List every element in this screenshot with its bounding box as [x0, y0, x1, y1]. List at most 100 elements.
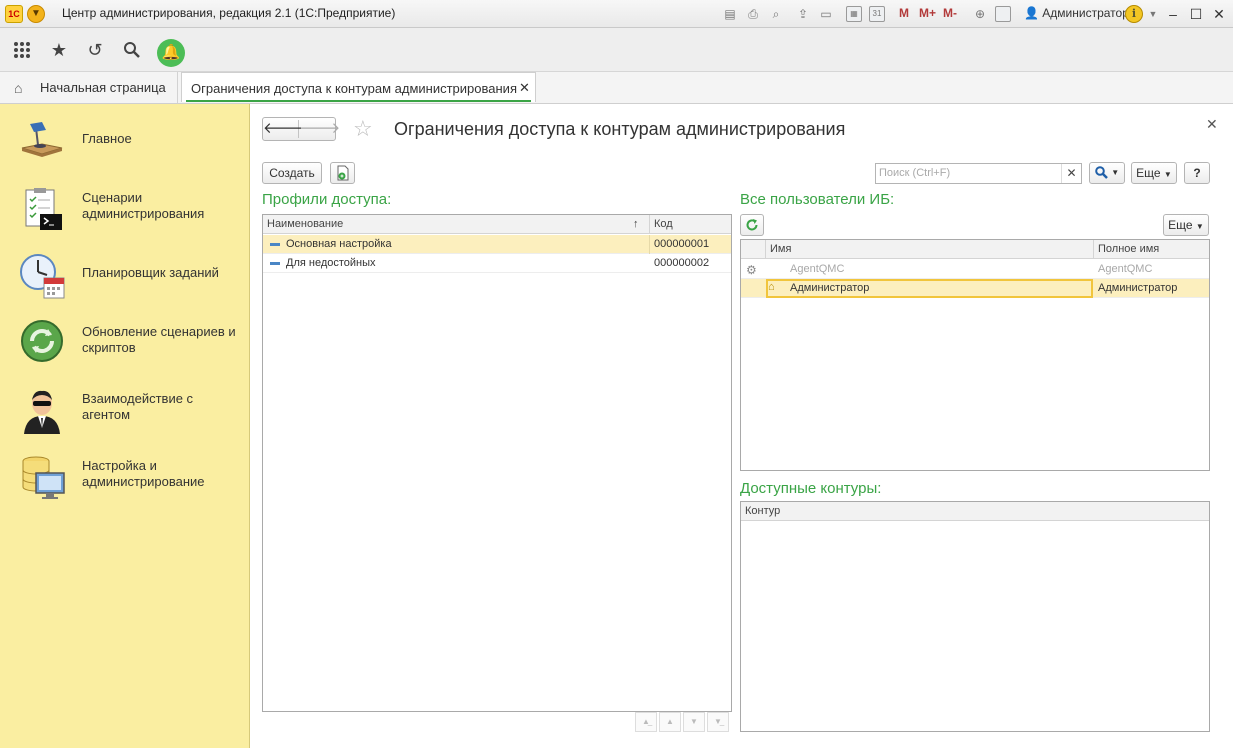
memory-m-button[interactable]: M: [899, 6, 909, 20]
users-more-button[interactable]: Еще ▼: [1163, 214, 1209, 236]
sidebar-item-agent[interactable]: Взаимодействие с агентом: [0, 378, 249, 434]
sidebar-item-label: Обновление сценариев и скриптов: [82, 324, 236, 355]
column-name[interactable]: Имя: [770, 243, 791, 255]
column-separator[interactable]: [1093, 240, 1094, 259]
column-separator: [649, 235, 650, 254]
scroll-up-icon[interactable]: ▲: [659, 712, 681, 732]
cell-code: 000000002: [654, 257, 710, 269]
table-header: Контур: [741, 502, 1209, 521]
all-functions-icon[interactable]: [11, 39, 33, 61]
info-dropdown-icon[interactable]: ▼: [1145, 6, 1161, 22]
table-row[interactable]: ⚙ AgentQMC AgentQMC: [741, 260, 1209, 279]
tab-access-restrictions[interactable]: Ограничения доступа к контурам администр…: [181, 72, 536, 102]
current-user[interactable]: 👤 Администратор: [1024, 6, 1129, 20]
tab-active-label: Ограничения доступа к контурам администр…: [191, 81, 517, 96]
profiles-title: Профили доступа:: [262, 191, 392, 208]
home-icon: ⌂: [14, 80, 23, 96]
scanner-icon[interactable]: ▭: [818, 6, 834, 22]
sidebar-item-updates[interactable]: Обновление сценариев и скриптов: [0, 311, 249, 367]
memory-minus-button[interactable]: M-: [943, 6, 957, 20]
profiles-table[interactable]: Наименование ↑ Код Основная настройка 00…: [262, 214, 732, 712]
more-button[interactable]: Еще ▼: [1131, 162, 1177, 184]
close-form-icon[interactable]: ✕: [1206, 116, 1218, 133]
agent-icon: [18, 386, 66, 434]
create-button[interactable]: Создать: [262, 162, 322, 184]
database-monitor-icon: [18, 453, 66, 499]
search-input[interactable]: Поиск (Ctrl+F) ✕: [875, 163, 1082, 184]
info-icon[interactable]: i: [1125, 5, 1143, 23]
memory-plus-button[interactable]: M+: [919, 6, 936, 20]
contours-table[interactable]: Контур: [740, 501, 1210, 732]
favorite-star-icon[interactable]: ☆: [353, 116, 373, 142]
active-tab-underline: [186, 100, 531, 102]
main-menu-icon[interactable]: ▼: [27, 5, 45, 23]
table-row[interactable]: ⌂ Администратор Администратор: [741, 279, 1209, 298]
contours-title: Доступные контуры:: [740, 480, 882, 497]
sidebar-item-label: Настройка и администрирование: [82, 458, 205, 489]
favorites-star-icon[interactable]: ★: [48, 39, 70, 61]
table-row[interactable]: Основная настройка 000000001: [263, 235, 731, 254]
search-options-button[interactable]: ▼: [1089, 162, 1125, 184]
catalog-item-icon: [270, 243, 280, 246]
cell-name: Администратор: [790, 282, 870, 294]
refresh-button[interactable]: [740, 214, 764, 236]
help-button[interactable]: ?: [1184, 162, 1210, 184]
panels-icon[interactable]: [995, 6, 1011, 22]
sidebar-item-scenarios[interactable]: Сценарии администрирования: [0, 178, 249, 234]
tab-home[interactable]: ⌂ Начальная страница: [0, 72, 178, 103]
table-row[interactable]: Для недостойных 000000002: [263, 254, 731, 273]
column-separator[interactable]: [649, 215, 650, 234]
sections-panel: Главное Сценарии администрирования Плани…: [0, 104, 250, 748]
preview-icon[interactable]: ⌕: [768, 6, 784, 22]
close-tab-icon[interactable]: ✕: [519, 80, 530, 96]
copy-document-icon: [337, 165, 348, 181]
close-window-button[interactable]: ✕: [1209, 4, 1229, 24]
calendar-icon[interactable]: 31: [869, 6, 885, 22]
print-icon[interactable]: ⎙: [745, 6, 761, 22]
refresh-icon: [746, 219, 758, 231]
scroll-top-icon[interactable]: ▲̲: [635, 712, 657, 732]
sidebar-item-label: Взаимодействие с агентом: [82, 391, 194, 422]
column-contour[interactable]: Контур: [745, 505, 780, 517]
table-header: Наименование ↑ Код: [263, 215, 731, 234]
table-header: Имя Полное имя: [741, 240, 1209, 259]
save-icon[interactable]: ▤: [722, 6, 738, 22]
users-table[interactable]: Имя Полное имя ⚙ AgentQMC AgentQMC ⌂ Адм…: [740, 239, 1210, 471]
history-icon[interactable]: ↺: [84, 39, 106, 61]
notifications-bell-icon[interactable]: 🔔: [157, 39, 185, 67]
back-arrow-icon[interactable]: 🡐: [263, 120, 303, 138]
cell-full-name: AgentQMC: [1098, 263, 1153, 275]
more-label: Еще: [1136, 166, 1161, 180]
sidebar-item-scheduler[interactable]: Планировщик заданий: [0, 244, 249, 300]
column-full-name[interactable]: Полное имя: [1098, 243, 1159, 255]
column-name[interactable]: Наименование: [267, 218, 343, 230]
scroll-down-icon[interactable]: ▼: [683, 712, 705, 732]
copy-button[interactable]: [330, 162, 355, 184]
clock-calendar-icon: [18, 252, 66, 299]
upload-icon[interactable]: ⇪: [795, 6, 811, 22]
maximize-button[interactable]: ☐: [1186, 4, 1206, 24]
forward-arrow-icon[interactable]: 🡒: [300, 120, 340, 138]
sidebar-item-settings[interactable]: Настройка и администрирование: [0, 445, 249, 501]
cell-code: 000000001: [654, 238, 710, 250]
title-bar: 1С ▼ Центр администрирования, редакция 2…: [0, 0, 1233, 28]
desk-lamp-icon: [18, 118, 66, 160]
gears-icon: ⚙: [746, 263, 757, 277]
sidebar-item-label: Планировщик заданий: [82, 265, 219, 280]
table-scroll-buttons: ▲̲ ▲ ▼ ▼̲: [635, 712, 731, 732]
user-icon: 👤: [1024, 6, 1039, 20]
checklist-terminal-icon: [18, 186, 66, 230]
clear-search-icon[interactable]: ✕: [1061, 164, 1081, 183]
sort-arrow-icon[interactable]: ↑: [633, 218, 639, 230]
column-code[interactable]: Код: [654, 218, 673, 230]
scroll-bottom-icon[interactable]: ▼̲: [707, 712, 729, 732]
catalog-item-icon: [270, 262, 280, 265]
sidebar-item-main[interactable]: Главное: [0, 110, 249, 166]
minimize-button[interactable]: –: [1163, 4, 1183, 24]
user-name: Администратор: [1042, 6, 1129, 20]
zoom-icon[interactable]: ⊕: [972, 6, 988, 22]
calculator-icon[interactable]: ▦: [846, 6, 862, 22]
search-icon[interactable]: [121, 39, 143, 61]
window-title: Центр администрирования, редакция 2.1 (1…: [62, 6, 396, 20]
cell-name: AgentQMC: [790, 263, 845, 275]
